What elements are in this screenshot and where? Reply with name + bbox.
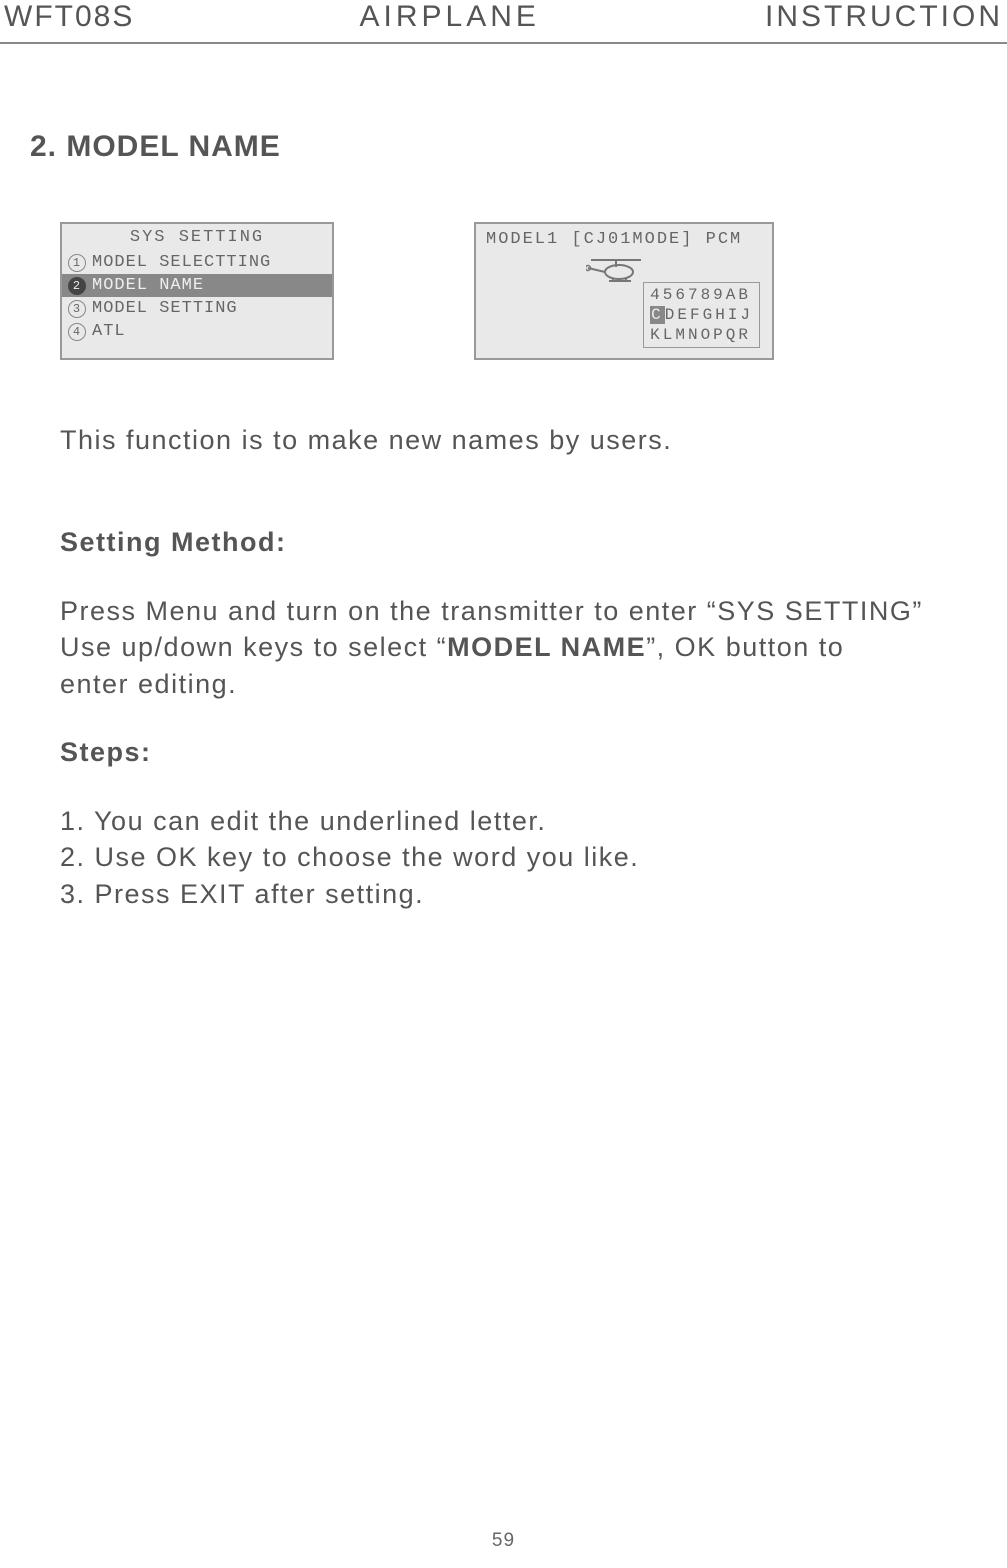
header-doctype: INSTRUCTION [765,0,1003,34]
method-line-2a: Use up/down keys to select “ [60,632,447,662]
setting-method-text: Press Menu and turn on the transmitter t… [60,593,987,702]
method-line-2b: ”, OK button to [646,632,844,662]
lcd-screen-sys-setting: SYS SETTING 1 MODEL SELECTTING 2 MODEL N… [60,222,334,360]
lcd1-item-3-label: MODEL SETTING [92,299,238,318]
lcd1-item-4-label: ATL [92,322,126,341]
header-category: AIRPLANE [359,0,539,34]
lcd1-title: SYS SETTING [62,224,332,251]
highlighted-char: C [650,306,665,324]
section-title: 2. MODEL NAME [30,130,987,164]
lcd1-item-2-selected: 2 MODEL NAME [62,274,332,297]
step-3: 3. Press EXIT after setting. [60,876,987,912]
header-model: WFT08S [4,0,134,34]
character-grid: 456789AB CDEFGHIJ KLMNOPQR [643,282,760,348]
lcd1-item-2-label: MODEL NAME [92,276,204,295]
lcd1-item-4: 4 ATL [62,320,332,343]
lcd1-item-1: 1 MODEL SELECTTING [62,251,332,274]
circle-3-icon: 3 [68,300,86,318]
steps-heading: Steps: [60,734,987,770]
lcd-screen-model-name: MODEL1 [CJ01MODE] PCM 456789AB CDEFGHIJ … [474,222,774,360]
content-area: 2. MODEL NAME SYS SETTING 1 MODEL SELECT… [0,130,1007,912]
step-1: 1. You can edit the underlined letter. [60,803,987,839]
steps-list: 1. You can edit the underlined letter. 2… [60,803,987,912]
circle-4-icon: 4 [68,323,86,341]
page-number: 59 [492,1530,515,1552]
setting-method-heading: Setting Method: [60,524,987,560]
circle-1-icon: 1 [68,254,86,272]
lcd1-item-1-label: MODEL SELECTTING [92,253,271,272]
page-header: WFT08S AIRPLANE INSTRUCTION [0,0,1007,44]
lcd1-item-3: 3 MODEL SETTING [62,297,332,320]
grid-row-2: CDEFGHIJ [650,305,753,325]
grid-row-1: 456789AB [650,285,753,305]
step-2: 2. Use OK key to choose the word you lik… [60,839,987,875]
method-line-3: enter editing. [60,669,237,699]
lcd2-title: MODEL1 [CJ01MODE] PCM [486,230,762,249]
grid-row-3: KLMNOPQR [650,325,753,345]
circle-2-icon: 2 [68,277,86,295]
method-line-1: Press Menu and turn on the transmitter t… [60,596,923,626]
intro-text: This function is to make new names by us… [60,422,987,458]
screenshots-row: SYS SETTING 1 MODEL SELECTTING 2 MODEL N… [60,222,987,360]
method-bold-term: MODEL NAME [447,632,646,662]
